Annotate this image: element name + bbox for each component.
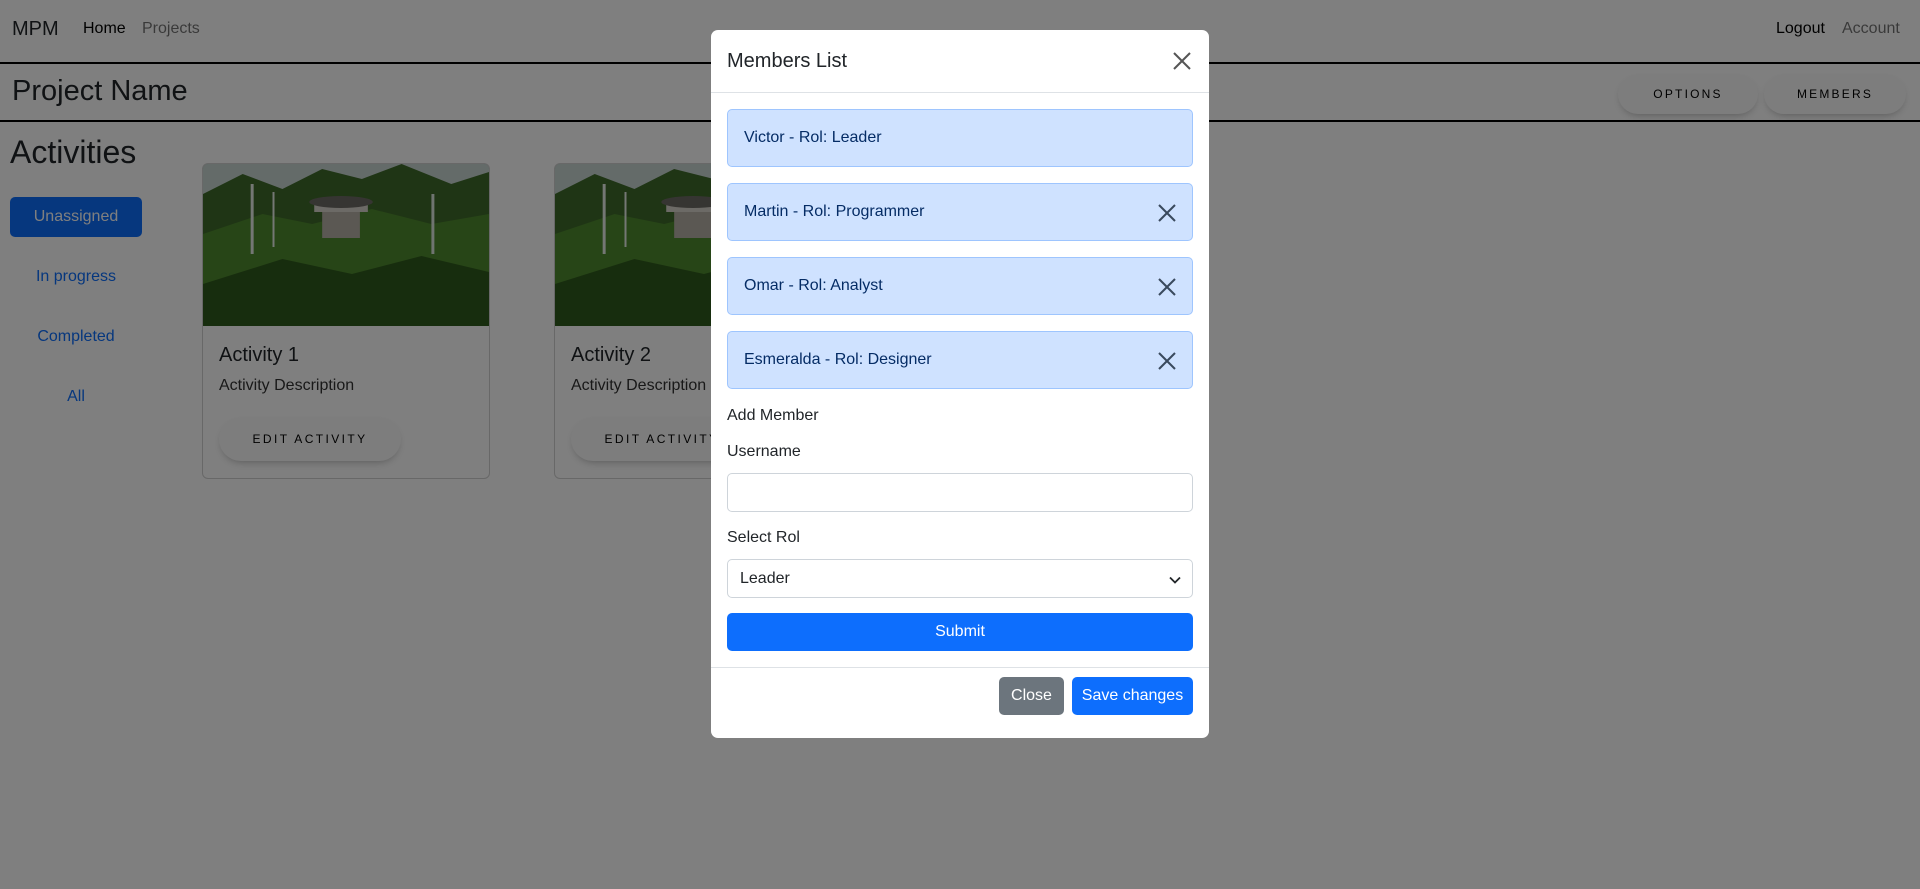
member-item: Esmeralda - Rol: Designer: [727, 331, 1193, 389]
members-modal: Members List Victor - Rol: Leader Martin…: [711, 30, 1209, 738]
modal-title: Members List: [727, 50, 848, 72]
member-label: Victor - Rol: Leader: [744, 129, 882, 146]
remove-member-icon[interactable]: [1156, 276, 1178, 298]
member-item: Victor - Rol: Leader: [727, 109, 1193, 167]
close-icon[interactable]: [1171, 50, 1193, 72]
role-select[interactable]: Leader: [727, 559, 1193, 598]
role-select-value: Leader: [740, 570, 790, 587]
member-label: Esmeralda - Rol: Designer: [744, 351, 932, 368]
add-member-heading: Add Member: [727, 407, 819, 424]
submit-button[interactable]: Submit: [727, 613, 1193, 651]
chevron-down-icon: [1169, 576, 1181, 584]
member-label: Martin - Rol: Programmer: [744, 203, 925, 220]
remove-member-icon[interactable]: [1156, 350, 1178, 372]
username-input[interactable]: [727, 473, 1193, 512]
username-label: Username: [727, 443, 801, 460]
remove-member-icon[interactable]: [1156, 202, 1178, 224]
save-changes-button[interactable]: Save changes: [1072, 677, 1193, 715]
modal-header: Members List: [711, 30, 1209, 93]
member-label: Omar - Rol: Analyst: [744, 277, 883, 294]
member-item: Omar - Rol: Analyst: [727, 257, 1193, 315]
select-role-label: Select Rol: [727, 529, 800, 546]
member-item: Martin - Rol: Programmer: [727, 183, 1193, 241]
close-button[interactable]: Close: [999, 677, 1064, 715]
